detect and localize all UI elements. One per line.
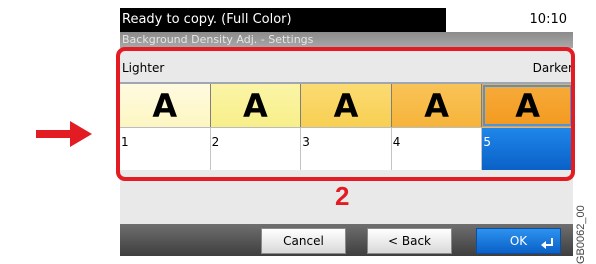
figure-code: GB0062_00 — [569, 172, 593, 264]
figure-code-text: GB0062_00 — [575, 205, 587, 264]
density-scale-labels: Lighter Darker — [120, 54, 573, 82]
density-level-5[interactable]: 5 — [482, 128, 573, 170]
ok-button[interactable]: OK — [476, 228, 561, 254]
screen-title: Background Density Adj. - Settings — [120, 32, 573, 48]
clock: 10:10 — [529, 12, 567, 27]
density-level-3[interactable]: 3 — [301, 128, 392, 170]
density-swatch-4[interactable]: A — [391, 84, 483, 127]
density-swatch-3[interactable]: A — [301, 84, 392, 127]
bottom-button-bar: Cancel < Back OK — [120, 224, 573, 256]
density-level-1[interactable]: 1 — [120, 128, 211, 170]
status-bar: Ready to copy. (Full Color) 10:10 — [120, 8, 573, 32]
density-level-4[interactable]: 4 — [392, 128, 483, 170]
enter-icon — [541, 238, 553, 249]
density-swatch-1[interactable]: A — [120, 84, 211, 127]
density-level-row: 1 2 3 4 5 — [120, 128, 573, 170]
touch-panel: Ready to copy. (Full Color) 10:10 Backgr… — [120, 8, 573, 256]
status-message: Ready to copy. (Full Color) — [120, 8, 446, 32]
step-callout: 2 — [335, 181, 350, 211]
pointer-arrow-icon — [36, 121, 92, 147]
darker-label: Darker — [532, 61, 573, 75]
density-swatch-2[interactable]: A — [210, 84, 302, 127]
density-swatch-5[interactable]: A — [482, 84, 573, 127]
lighter-label: Lighter — [122, 61, 165, 75]
ok-button-label: OK — [509, 234, 528, 248]
density-level-2[interactable]: 2 — [211, 128, 302, 170]
cancel-button[interactable]: Cancel — [261, 228, 346, 254]
back-button[interactable]: < Back — [367, 228, 452, 254]
density-swatch-row: A A A A A — [120, 82, 573, 128]
